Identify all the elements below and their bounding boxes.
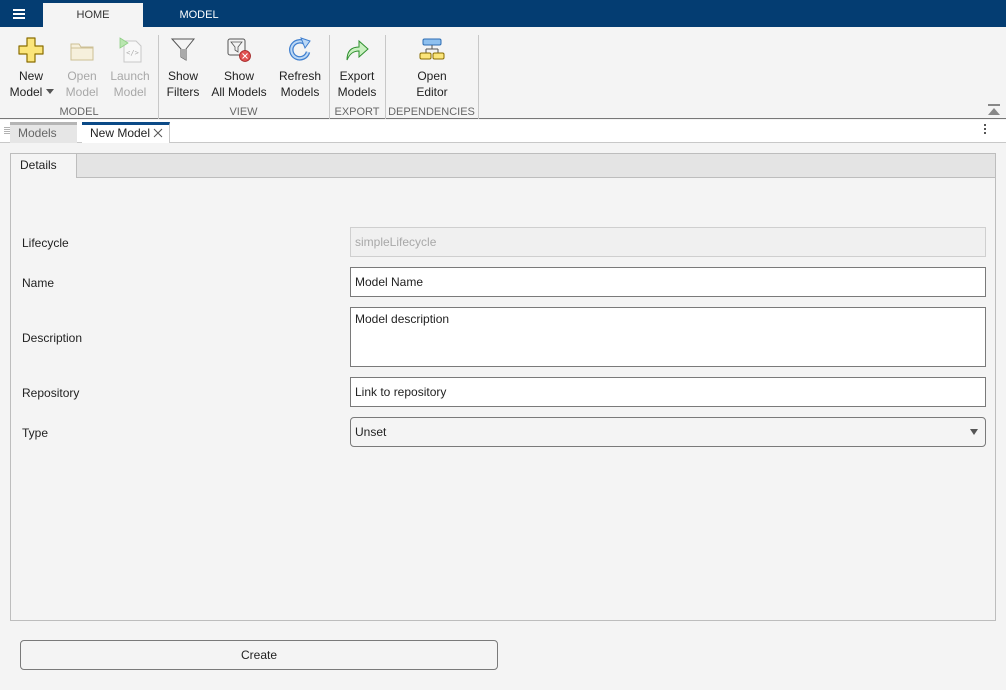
panel-tab-bar: Details [11,154,995,178]
name-field[interactable] [350,267,986,297]
clear-filter-icon [227,38,251,62]
export-models-label-1: Export [339,69,375,83]
show-filters-label-1: Show [167,69,199,83]
toolstrip-header: HOME MODEL [0,0,1006,27]
show-filters-label-2: Filters [166,85,200,99]
svg-text:</>: </> [126,49,139,57]
export-models-label-2: Models [337,85,377,99]
filter-icon [170,38,196,61]
launch-model-label-1: Launch [110,69,150,83]
plus-icon [18,37,44,63]
create-button[interactable]: Create [20,640,498,670]
new-model-label-2: Model [9,85,43,99]
folder-icon [70,43,94,61]
new-model-button[interactable]: New Model [3,27,59,103]
show-all-models-label-2: All Models [211,85,267,99]
document-tab-models-label: Models [18,126,57,140]
tab-details[interactable]: Details [11,154,77,178]
description-label: Description [22,331,83,345]
open-editor-label-2: Editor [416,85,448,99]
open-editor-label-1: Open [417,69,447,83]
open-model-button[interactable]: Open Model [60,27,104,103]
tab-model[interactable]: MODEL [155,3,243,27]
launch-model-label-2: Model [113,85,147,99]
hamburger-menu-button[interactable] [0,0,38,27]
launch-icon: </> [119,37,142,63]
export-models-button[interactable]: Export Models [333,27,381,103]
show-filters-button[interactable]: Show Filters [162,27,204,103]
group-label-dependencies: DEPENDENCIES [388,106,475,118]
ribbon: New Model Open Model </> Launch Model MO… [0,27,1006,119]
type-label: Type [22,426,49,440]
launch-model-button[interactable]: </> Launch Model [106,27,154,103]
description-field[interactable]: Model description [350,307,986,367]
dropdown-arrow-icon[interactable] [46,89,54,94]
type-selected-value: Unset [355,425,387,439]
refresh-icon [289,37,311,61]
group-label-view: VIEW [229,106,258,118]
chevron-down-icon [970,429,978,435]
group-label-model: MODEL [59,106,99,118]
document-tab-new-model-label: New Model [90,126,151,140]
show-all-models-label-1: Show [223,69,255,83]
document-tab-models[interactable]: Models [10,122,77,143]
lifecycle-label: Lifecycle [22,236,69,250]
new-model-label-1: New [18,69,43,83]
details-panel: Details Lifecycle Name Description Model… [10,153,996,621]
refresh-models-label-2: Models [280,85,320,99]
hamburger-icon [13,12,25,15]
document-tab-bar: Models New Model [0,120,1006,143]
group-divider [478,35,479,119]
refresh-models-button[interactable]: Refresh Models [275,27,325,103]
refresh-models-label-1: Refresh [278,69,322,83]
type-dropdown[interactable]: Unset [350,417,986,447]
collapse-toolstrip-icon[interactable] [987,104,1001,116]
tab-home[interactable]: HOME [43,3,143,27]
name-label: Name [22,276,55,290]
open-model-label-1: Open [67,69,97,83]
close-icon[interactable] [153,128,163,138]
export-arrow-icon [346,39,369,61]
lifecycle-field [350,227,986,257]
open-editor-button[interactable]: Open Editor [405,27,459,103]
more-options-icon[interactable] [983,124,987,138]
open-model-label-2: Model [65,85,99,99]
hierarchy-icon [419,38,445,60]
repository-label: Repository [22,386,80,400]
document-tab-new-model[interactable]: New Model [82,122,170,143]
group-label-export: EXPORT [334,106,380,118]
show-all-models-button[interactable]: Show All Models [207,27,271,103]
repository-field[interactable] [350,377,986,407]
